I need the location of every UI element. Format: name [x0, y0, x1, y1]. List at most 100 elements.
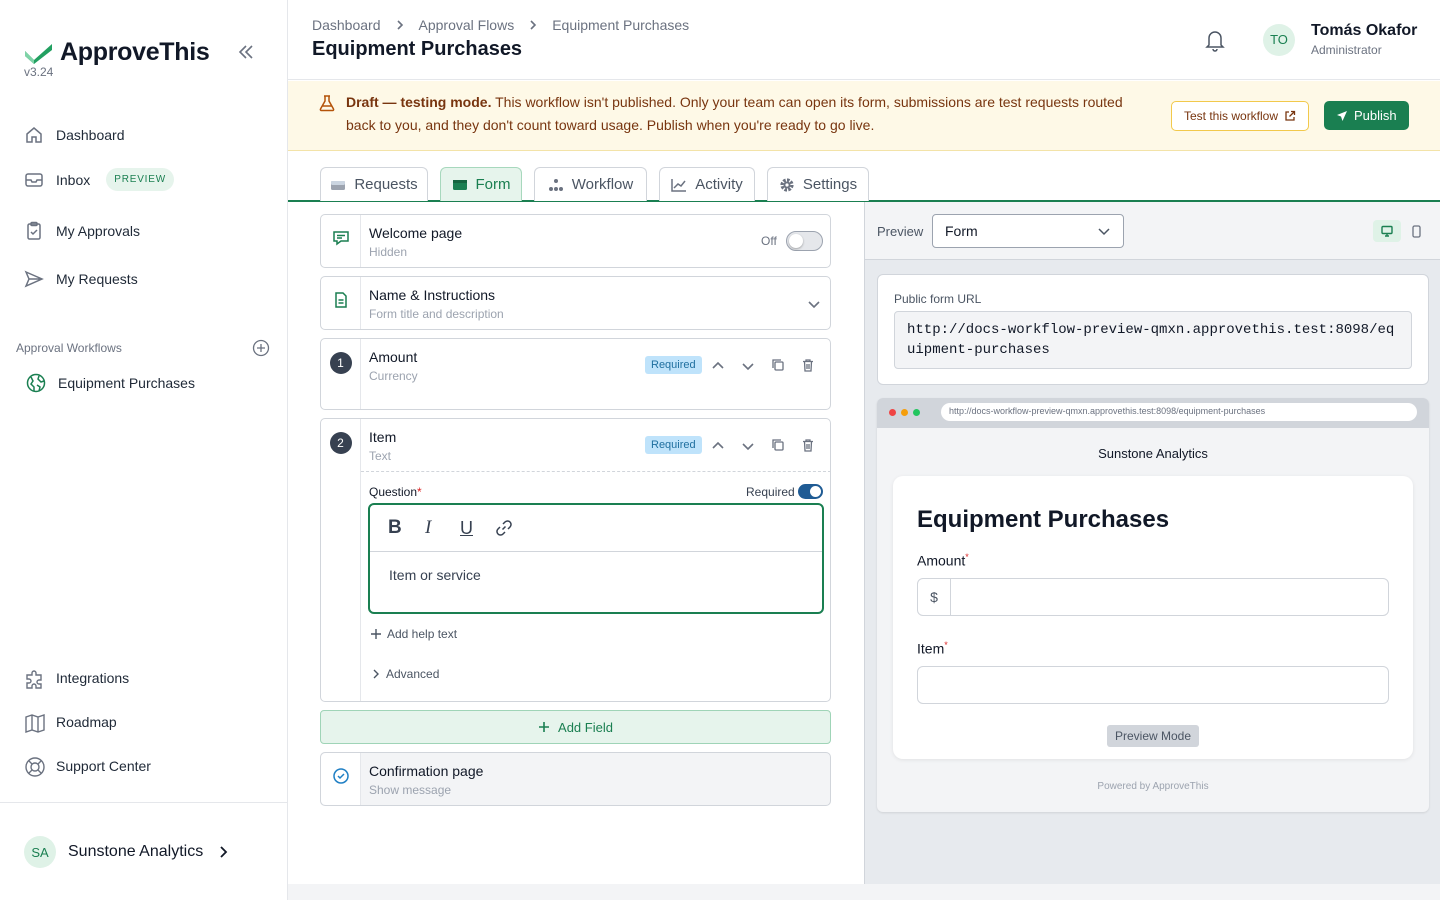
sidebar-item-label: Inbox	[56, 171, 91, 188]
checkmark-logo-icon	[25, 43, 52, 64]
tab-requests[interactable]: Requests	[320, 167, 428, 201]
bold-icon[interactable]: B	[388, 518, 402, 537]
move-down-icon[interactable]	[741, 359, 755, 373]
name-instructions-card[interactable]: Name & Instructions Form title and descr…	[320, 276, 831, 330]
sidebar-item-label: Integrations	[56, 670, 130, 686]
sidebar-item-my-approvals[interactable]: My Approvals	[24, 221, 140, 241]
tab-label: Activity	[695, 176, 743, 193]
field-card-amount[interactable]: 1 Amount Currency Required	[320, 338, 831, 410]
duplicate-icon[interactable]	[771, 438, 785, 452]
test-workflow-button[interactable]: Test this workflow	[1171, 101, 1310, 131]
form-icon	[452, 179, 468, 191]
browser-bar: http://docs-workflow-preview-qmxn.approv…	[877, 398, 1429, 428]
sidebar-item-support-center[interactable]: Support Center	[24, 756, 151, 777]
public-url-label: Public form URL	[894, 292, 982, 306]
user-menu[interactable]: TO Tomás Okafor Administrator	[1263, 22, 1417, 57]
preview-field-label: Item*	[917, 640, 948, 657]
tab-workflow[interactable]: Workflow	[534, 167, 647, 201]
advanced-toggle[interactable]: Advanced	[371, 667, 439, 681]
sidebar-item-inbox[interactable]: Inbox PREVIEW	[24, 168, 174, 191]
sidebar-item-my-requests[interactable]: My Requests	[24, 269, 138, 289]
clipboard-check-icon	[24, 221, 44, 241]
preview-item-input[interactable]	[917, 666, 1389, 704]
field-number: 2	[329, 432, 352, 454]
close-dot	[889, 409, 896, 416]
editor-toolbar: B I U	[370, 505, 822, 552]
advanced-label: Advanced	[386, 667, 440, 681]
add-help-text-button[interactable]: Add help text	[370, 627, 457, 641]
add-workflow-icon[interactable]	[252, 339, 270, 357]
field-title: Item	[369, 429, 397, 445]
link-icon[interactable]	[495, 519, 513, 537]
editor-content[interactable]: Item or service	[389, 567, 481, 583]
tab-label: Workflow	[571, 176, 634, 193]
confirmation-page-sub: Show message	[369, 783, 452, 797]
sidebar-item-equipment-purchases[interactable]: Equipment Purchases	[26, 373, 195, 393]
sidebar-item-label: My Approvals	[56, 223, 141, 239]
trash-icon[interactable]	[801, 358, 815, 372]
form-builder: Welcome page Hidden Off Name & Instructi…	[288, 202, 864, 884]
chevron-down-icon[interactable]	[807, 297, 821, 311]
page-title: Equipment Purchases	[312, 38, 523, 60]
preview-mode-select[interactable]: Form	[932, 214, 1124, 248]
chevron-right-icon	[215, 844, 231, 860]
sidebar-item-integrations[interactable]: Integrations	[24, 668, 130, 689]
name-instructions-sub: Form title and description	[369, 307, 504, 321]
underline-icon[interactable]: U	[460, 519, 473, 537]
mobile-view-icon[interactable]	[1407, 220, 1425, 242]
name-instructions-title: Name & Instructions	[369, 287, 496, 303]
required-toggle[interactable]	[798, 484, 823, 499]
chart-line-icon	[671, 178, 687, 192]
preview-mode-value: Form	[945, 223, 978, 239]
add-field-button[interactable]: Add Field	[320, 710, 831, 744]
tab-activity[interactable]: Activity	[659, 167, 755, 201]
field-type: Currency	[369, 369, 418, 383]
bottom-strip	[288, 884, 1440, 900]
welcome-page-status: Hidden	[369, 245, 408, 259]
collapse-sidebar-icon[interactable]	[236, 42, 256, 62]
sidebar-item-label: Support Center	[56, 758, 151, 774]
breadcrumb-dashboard[interactable]: Dashboard	[312, 17, 381, 33]
preview-amount-input[interactable]: $	[917, 578, 1389, 616]
minimize-dot	[901, 409, 908, 416]
italic-icon[interactable]: I	[425, 518, 431, 537]
sidebar-item-roadmap[interactable]: Roadmap	[24, 712, 117, 733]
field-card-item[interactable]: 2 Item Text Required Question* Required …	[320, 418, 831, 702]
move-up-icon[interactable]	[711, 439, 725, 453]
tab-label: Requests	[354, 176, 418, 193]
public-url-field[interactable]: http://docs-workflow-preview-qmxn.approv…	[894, 311, 1412, 369]
breadcrumb-approval-flows[interactable]: Approval Flows	[419, 17, 515, 33]
organization-switcher[interactable]: SA Sunstone Analytics	[24, 836, 231, 868]
app-logo[interactable]: ApproveThis	[24, 38, 210, 67]
duplicate-icon[interactable]	[771, 358, 785, 372]
sidebar-item-label: My Requests	[56, 271, 138, 287]
question-editor[interactable]: B I U Item or service	[368, 503, 824, 614]
sidebar-divider	[0, 802, 288, 803]
publish-button[interactable]: Publish	[1324, 101, 1409, 130]
bell-icon[interactable]	[1204, 28, 1226, 52]
field-divider	[361, 471, 831, 472]
required-badge: Required	[645, 436, 702, 454]
confirmation-page-card[interactable]: Confirmation page Show message	[320, 752, 831, 806]
move-down-icon[interactable]	[741, 439, 755, 453]
currency-prefix: $	[918, 579, 951, 615]
field-number: 1	[329, 352, 352, 374]
move-up-icon[interactable]	[711, 359, 725, 373]
card-gutter	[321, 277, 361, 329]
breadcrumb-equipment-purchases[interactable]: Equipment Purchases	[552, 17, 689, 33]
trash-icon[interactable]	[801, 438, 815, 452]
tab-label: Form	[475, 176, 511, 193]
workflow-tabs: Requests Form Workflow Activity Settings	[288, 152, 1440, 202]
card-gutter: 2	[321, 419, 361, 701]
welcome-page-toggle[interactable]	[786, 231, 823, 251]
tab-settings[interactable]: Settings	[767, 167, 869, 201]
confirmation-page-title: Confirmation page	[369, 763, 484, 779]
sidebar-item-dashboard[interactable]: Dashboard	[24, 125, 125, 145]
desktop-view-icon[interactable]	[1373, 220, 1401, 242]
app-version: v3.24	[24, 65, 54, 79]
preview-field-label-text: Item	[917, 640, 945, 657]
tab-form[interactable]: Form	[440, 167, 522, 201]
welcome-page-card[interactable]: Welcome page Hidden Off	[320, 214, 831, 268]
preview-pane: Preview Form Public form URL http://docs…	[864, 202, 1440, 884]
plus-icon	[538, 721, 550, 733]
